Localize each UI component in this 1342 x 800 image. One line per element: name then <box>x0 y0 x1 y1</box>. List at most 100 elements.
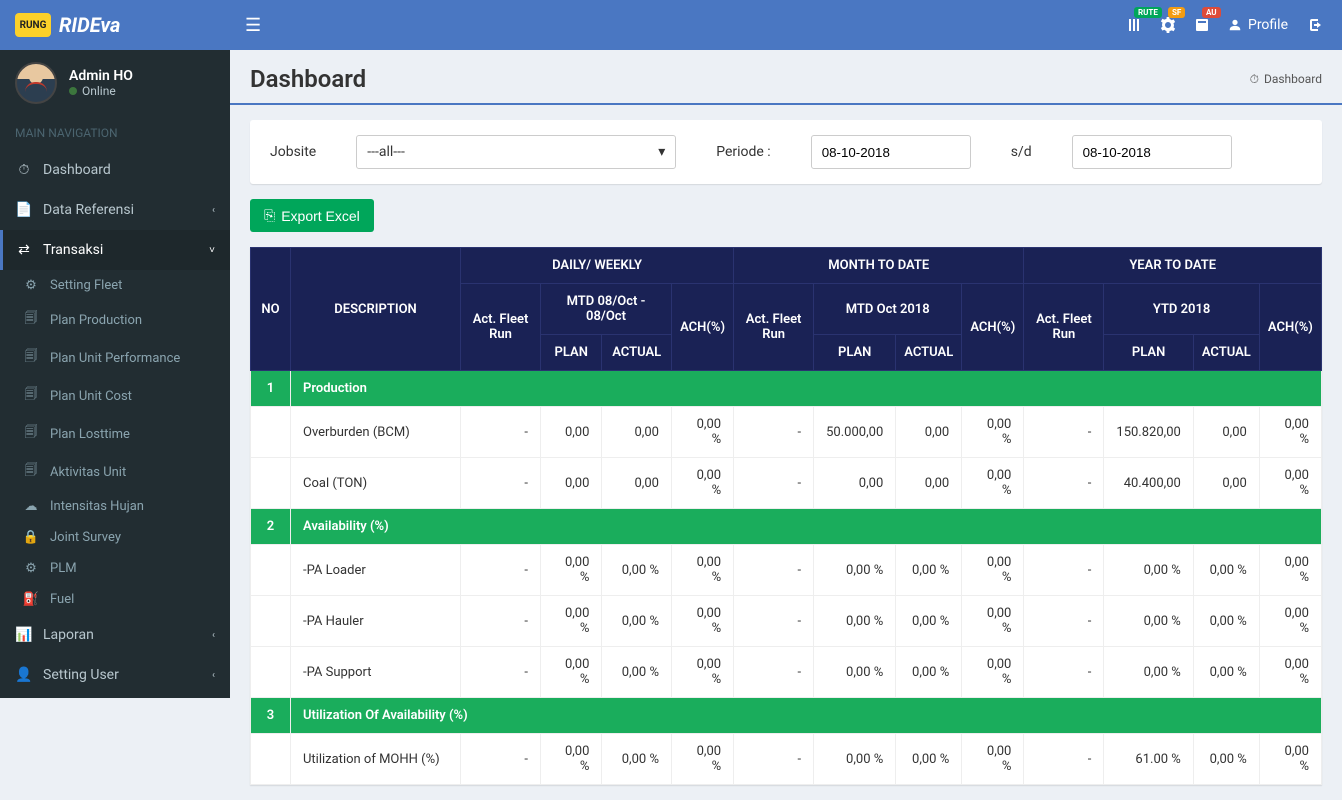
cell: 0,00 % <box>814 545 896 596</box>
sidebar-sub-plan-losttime[interactable]: 🗐Plan Losttime <box>0 415 230 453</box>
jobsite-select[interactable]: ---all--- ▾ <box>356 135 676 169</box>
rute-badge: RUTE <box>1134 7 1162 18</box>
nav-icon: ⚙ <box>22 561 40 576</box>
cell: 0,00 % <box>1104 545 1193 596</box>
sidebar-sub-setting-fleet[interactable]: ⚙Setting Fleet <box>0 270 230 301</box>
nav-label: Setting User <box>43 667 119 683</box>
sidebar-item-transaksi[interactable]: ⇄Transaksi˅ <box>0 230 230 270</box>
cell: 0,00 % <box>541 596 602 647</box>
nav-label: Joint Survey <box>50 530 121 545</box>
cell: 0,00 <box>1193 458 1259 509</box>
sidebar-sub-plan-unit-cost[interactable]: 🗐 Plan Unit Cost <box>0 377 230 415</box>
sidebar-sub-plm[interactable]: ⚙ PLM <box>0 553 230 584</box>
cell: 0,00 % <box>962 545 1024 596</box>
cell: 40.400,00 <box>1104 458 1193 509</box>
chevron-icon: ‹ <box>212 670 215 681</box>
hamburger-icon[interactable]: ☰ <box>230 15 276 36</box>
jobsite-label: Jobsite <box>270 144 316 160</box>
cell: 0,00 % <box>602 647 672 698</box>
section-no: 1 <box>251 371 291 407</box>
nav-icon: 📊 <box>15 627 33 643</box>
data-table: NO DESCRIPTION DAILY/ WEEKLY MONTH TO DA… <box>250 247 1322 785</box>
sidebar-item-laporan[interactable]: 📊Laporan‹ <box>0 615 230 655</box>
cell: 0,00 % <box>962 407 1024 458</box>
nav-label: Plan Losttime <box>50 427 130 442</box>
export-icon: ⎘ <box>264 207 275 224</box>
th-mtd: MONTH TO DATE <box>734 248 1024 284</box>
date-to-input[interactable] <box>1072 135 1232 169</box>
th-actual3: ACTUAL <box>1193 335 1259 371</box>
cell: - <box>461 647 541 698</box>
user-name: Admin HO <box>69 68 133 84</box>
th-afr1: Act. Fleet Run <box>461 284 541 371</box>
nav-label: Aktivitas Unit <box>50 465 126 480</box>
nav-icon: 👤 <box>15 667 33 683</box>
notebook-icon[interactable]: AU <box>1194 17 1210 33</box>
th-ytd: YEAR TO DATE <box>1024 248 1322 284</box>
cell: 50.000,00 <box>814 407 896 458</box>
nav-icon: ⏱ <box>15 162 33 178</box>
nav-icon: ⚙ <box>22 278 40 293</box>
cell: - <box>734 596 814 647</box>
table-row: -PA Support -0,00 %0,00 %0,00 % -0,00 %0… <box>251 647 1322 698</box>
sidebar-item-setting-user[interactable]: 👤 Setting User ‹ <box>0 655 230 695</box>
cell: - <box>1024 647 1104 698</box>
sidebar-sub-aktivitas-unit[interactable]: 🗐Aktivitas Unit <box>0 453 230 491</box>
nav-header: MAIN NAVIGATION <box>0 116 230 150</box>
logo[interactable]: RUNG RIDEva <box>0 0 230 50</box>
page-header: Dashboard ⏱ Dashboard <box>230 50 1342 105</box>
date-from-input[interactable] <box>811 135 971 169</box>
sidebar-sub-fuel[interactable]: ⛽Fuel <box>0 584 230 615</box>
sidebar-sub-joint-survey[interactable]: 🔒Joint Survey <box>0 522 230 553</box>
cell: 0,00 <box>541 458 602 509</box>
logo-icon: RUNG <box>15 13 51 37</box>
cell-desc: Overburden (BCM) <box>291 407 461 458</box>
section-title: Production <box>291 371 1322 407</box>
th-actual1: ACTUAL <box>602 335 672 371</box>
th-ytd-y: YTD 2018 <box>1104 284 1259 335</box>
th-ach1: ACH(%) <box>671 284 733 371</box>
cell: 0,00 <box>541 407 602 458</box>
chevron-icon: ‹ <box>212 630 215 641</box>
gear-icon[interactable]: SF <box>1160 17 1176 33</box>
th-afr3: Act. Fleet Run <box>1024 284 1104 371</box>
breadcrumb: ⏱ Dashboard <box>1250 72 1322 87</box>
status-dot-icon <box>69 87 77 95</box>
sidebar-item-data-referensi[interactable]: 📄Data Referensi‹ <box>0 190 230 230</box>
roadmap-icon[interactable]: RUTE <box>1126 17 1142 33</box>
date-sep: s/d <box>1011 144 1032 160</box>
cell: 0,00 <box>814 458 896 509</box>
cell: - <box>734 647 814 698</box>
export-excel-button[interactable]: ⎘ Export Excel <box>250 199 374 232</box>
cell: 0,00 <box>1193 407 1259 458</box>
cell: 0,00 % <box>541 734 602 785</box>
sidebar-sub-intensitas-hujan[interactable]: ☁Intensitas Hujan <box>0 491 230 522</box>
sidebar: Admin HO Online MAIN NAVIGATION ⏱Dashboa… <box>0 50 230 698</box>
nav-label: Plan Unit Cost <box>50 389 132 404</box>
cell: - <box>461 596 541 647</box>
sidebar-sub-plan-unit-performance[interactable]: 🗐Plan Unit Performance <box>0 339 230 377</box>
user-status: Online <box>69 84 133 98</box>
nav-label: PLM <box>50 561 77 576</box>
user-icon <box>1228 18 1242 32</box>
cell: 0,00 % <box>1259 734 1321 785</box>
cell-desc: -PA Support <box>291 647 461 698</box>
user-panel: Admin HO Online <box>0 50 230 116</box>
logo-text: RIDEva <box>59 13 120 37</box>
cell: 0,00 % <box>1193 545 1259 596</box>
cell: 0,00 % <box>602 545 672 596</box>
cell: 0,00 % <box>541 545 602 596</box>
section-title: Utilization Of Availability (%) <box>291 698 1322 734</box>
th-ach3: ACH(%) <box>1259 284 1321 371</box>
nav-icon: 🗐 <box>22 385 40 407</box>
logout-icon[interactable] <box>1306 17 1322 33</box>
profile-link[interactable]: Profile <box>1228 17 1288 33</box>
cell: - <box>734 458 814 509</box>
cell: - <box>1024 596 1104 647</box>
cell: - <box>734 407 814 458</box>
cell: - <box>734 734 814 785</box>
cell: - <box>1024 545 1104 596</box>
sidebar-sub-plan-production[interactable]: 🗐Plan Production <box>0 301 230 339</box>
th-actual2: ACTUAL <box>896 335 962 371</box>
sidebar-item-dashboard[interactable]: ⏱Dashboard <box>0 150 230 190</box>
